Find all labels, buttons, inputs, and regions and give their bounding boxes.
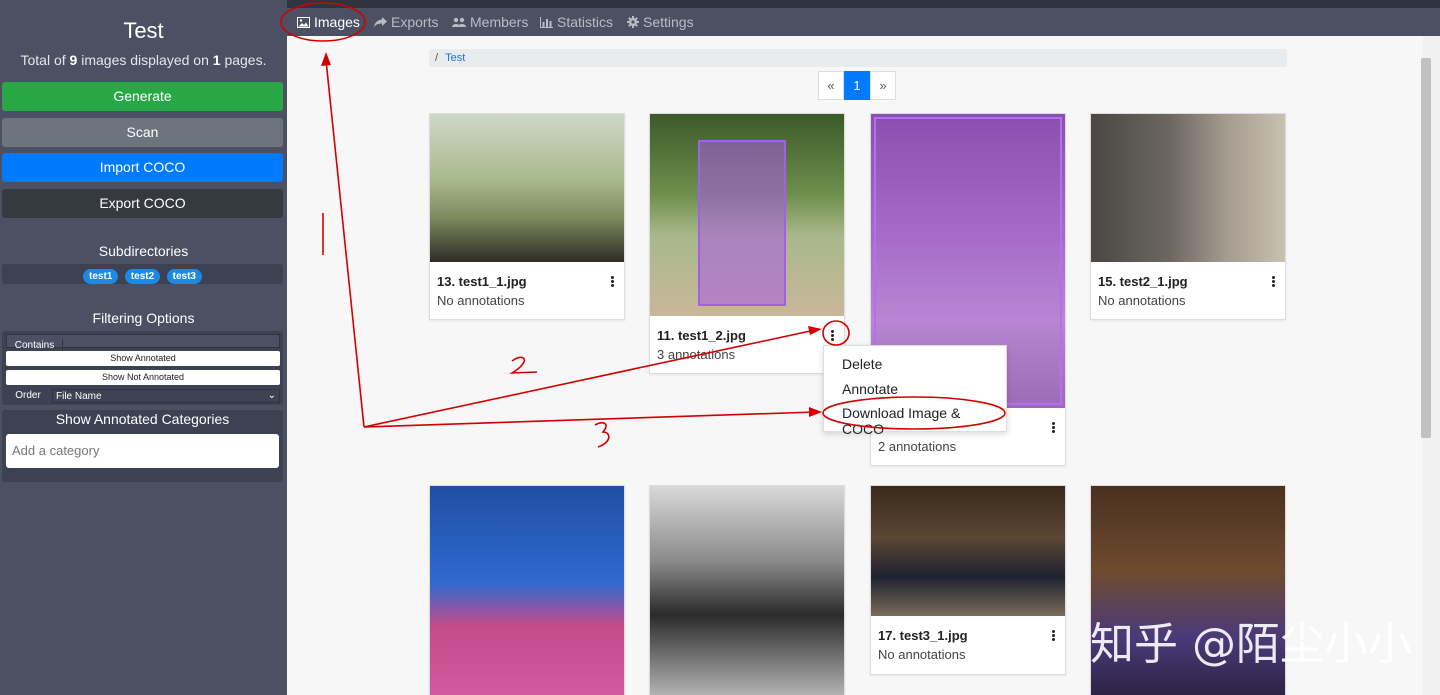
nav-images[interactable]: Images — [297, 14, 360, 30]
image-thumbnail[interactable] — [650, 486, 844, 695]
pagination-next[interactable]: » — [870, 71, 896, 100]
nav-statistics[interactable]: Statistics — [540, 14, 613, 30]
users-icon — [452, 17, 466, 27]
image-name[interactable]: 13. test1_1.jpg — [437, 274, 527, 289]
top-strip — [287, 0, 1440, 8]
image-name[interactable]: 11. test1_2.jpg — [657, 328, 746, 343]
pagination-prev[interactable]: « — [818, 71, 844, 100]
annotation-count: No annotations — [878, 647, 966, 662]
pagination: « 1 » — [818, 71, 896, 100]
nav-members[interactable]: Members — [452, 14, 528, 30]
import-coco-button[interactable]: Import COCO — [2, 153, 283, 182]
scan-button[interactable]: Scan — [2, 118, 283, 147]
share-icon — [374, 16, 387, 27]
sidebar: Test Total of 9 images displayed on 1 pa… — [0, 0, 287, 695]
image-name[interactable]: 15. test2_1.jpg — [1098, 274, 1188, 289]
breadcrumb: / Test — [429, 49, 1287, 67]
more-options-icon[interactable] — [1272, 276, 1276, 288]
nav-exports[interactable]: Exports — [374, 14, 438, 30]
image-card[interactable] — [429, 485, 625, 695]
more-options-icon[interactable] — [1052, 422, 1056, 434]
image-thumbnail[interactable] — [871, 486, 1065, 616]
subdir-badge-test1[interactable]: test1 — [83, 269, 119, 284]
menu-item-delete[interactable]: Delete — [842, 356, 882, 372]
image-card[interactable]: 13. test1_1.jpg No annotations — [429, 113, 625, 320]
export-coco-button[interactable]: Export COCO — [2, 189, 283, 218]
nav-settings[interactable]: Settings — [627, 14, 694, 30]
image-name[interactable]: 17. test3_1.jpg — [878, 628, 968, 643]
category-input[interactable]: Add a category — [6, 434, 279, 468]
annotation-count: No annotations — [437, 293, 525, 308]
image-thumbnail[interactable] — [430, 486, 624, 695]
menu-item-download[interactable]: Download Image & COCO — [842, 405, 1006, 437]
image-thumbnail[interactable] — [1091, 114, 1285, 262]
top-nav: Images Exports Members Statistics Settin… — [287, 8, 1440, 36]
contains-field[interactable]: Contains — [6, 334, 280, 352]
breadcrumb-separator: / — [435, 52, 439, 64]
order-select-value: File Name — [56, 391, 102, 402]
filter-panel: Contains Show Annotated Show Not Annotat… — [2, 331, 283, 405]
show-not-annotated-button[interactable]: Show Not Annotated — [6, 370, 280, 385]
filtering-title: Filtering Options — [92, 310, 195, 326]
image-card[interactable] — [649, 485, 845, 695]
more-options-icon[interactable] — [831, 330, 835, 342]
more-options-icon[interactable] — [1052, 630, 1056, 642]
image-card[interactable]: 15. test2_1.jpg No annotations — [1090, 113, 1286, 320]
order-label: Order — [15, 390, 41, 401]
pagination-page-1[interactable]: 1 — [844, 71, 870, 100]
generate-button[interactable]: Generate — [2, 82, 283, 111]
image-thumbnail[interactable] — [430, 114, 624, 262]
categories-title: Show Annotated Categories — [55, 411, 230, 427]
annotation-count: 2 annotations — [878, 439, 957, 454]
bar-chart-icon — [540, 16, 553, 28]
menu-item-annotate[interactable]: Annotate — [842, 381, 898, 397]
breadcrumb-folder-link[interactable]: Test — [445, 52, 465, 64]
annotation-count: 3 annotations — [657, 347, 736, 362]
gear-icon — [627, 16, 639, 28]
dataset-title: Test — [123, 18, 164, 43]
chevron-down-icon: ⌄ — [267, 390, 276, 401]
image-card[interactable]: 11. test1_2.jpg 3 annotations — [649, 113, 845, 374]
show-annotated-button[interactable]: Show Annotated — [6, 351, 280, 366]
annotation-count: No annotations — [1098, 293, 1186, 308]
order-row: Order File Name ⌄ — [6, 389, 280, 403]
image-icon — [297, 16, 310, 28]
order-select[interactable]: File Name ⌄ — [52, 389, 280, 403]
scrollbar-thumb[interactable] — [1421, 58, 1431, 438]
subdirectories-title: Subdirectories — [98, 243, 189, 259]
more-options-icon[interactable] — [611, 276, 615, 288]
subdir-badge-test3[interactable]: test3 — [166, 269, 202, 284]
annotation-box — [698, 140, 786, 306]
card-options-menu: Delete Annotate Download Image & COCO — [823, 345, 1007, 437]
image-thumbnail[interactable] — [650, 114, 844, 316]
subdirectories-list: test1 test2 test3 — [2, 264, 283, 284]
image-card[interactable]: 17. test3_1.jpg No annotations — [870, 485, 1066, 675]
categories-panel: Show Annotated Categories Add a category — [2, 410, 283, 482]
watermark: 知乎 @陌尘小小 — [1090, 619, 1412, 670]
subdir-badge-test2[interactable]: test2 — [124, 269, 161, 284]
image-summary: Total of 9 images displayed on 1 pages. — [20, 52, 267, 68]
